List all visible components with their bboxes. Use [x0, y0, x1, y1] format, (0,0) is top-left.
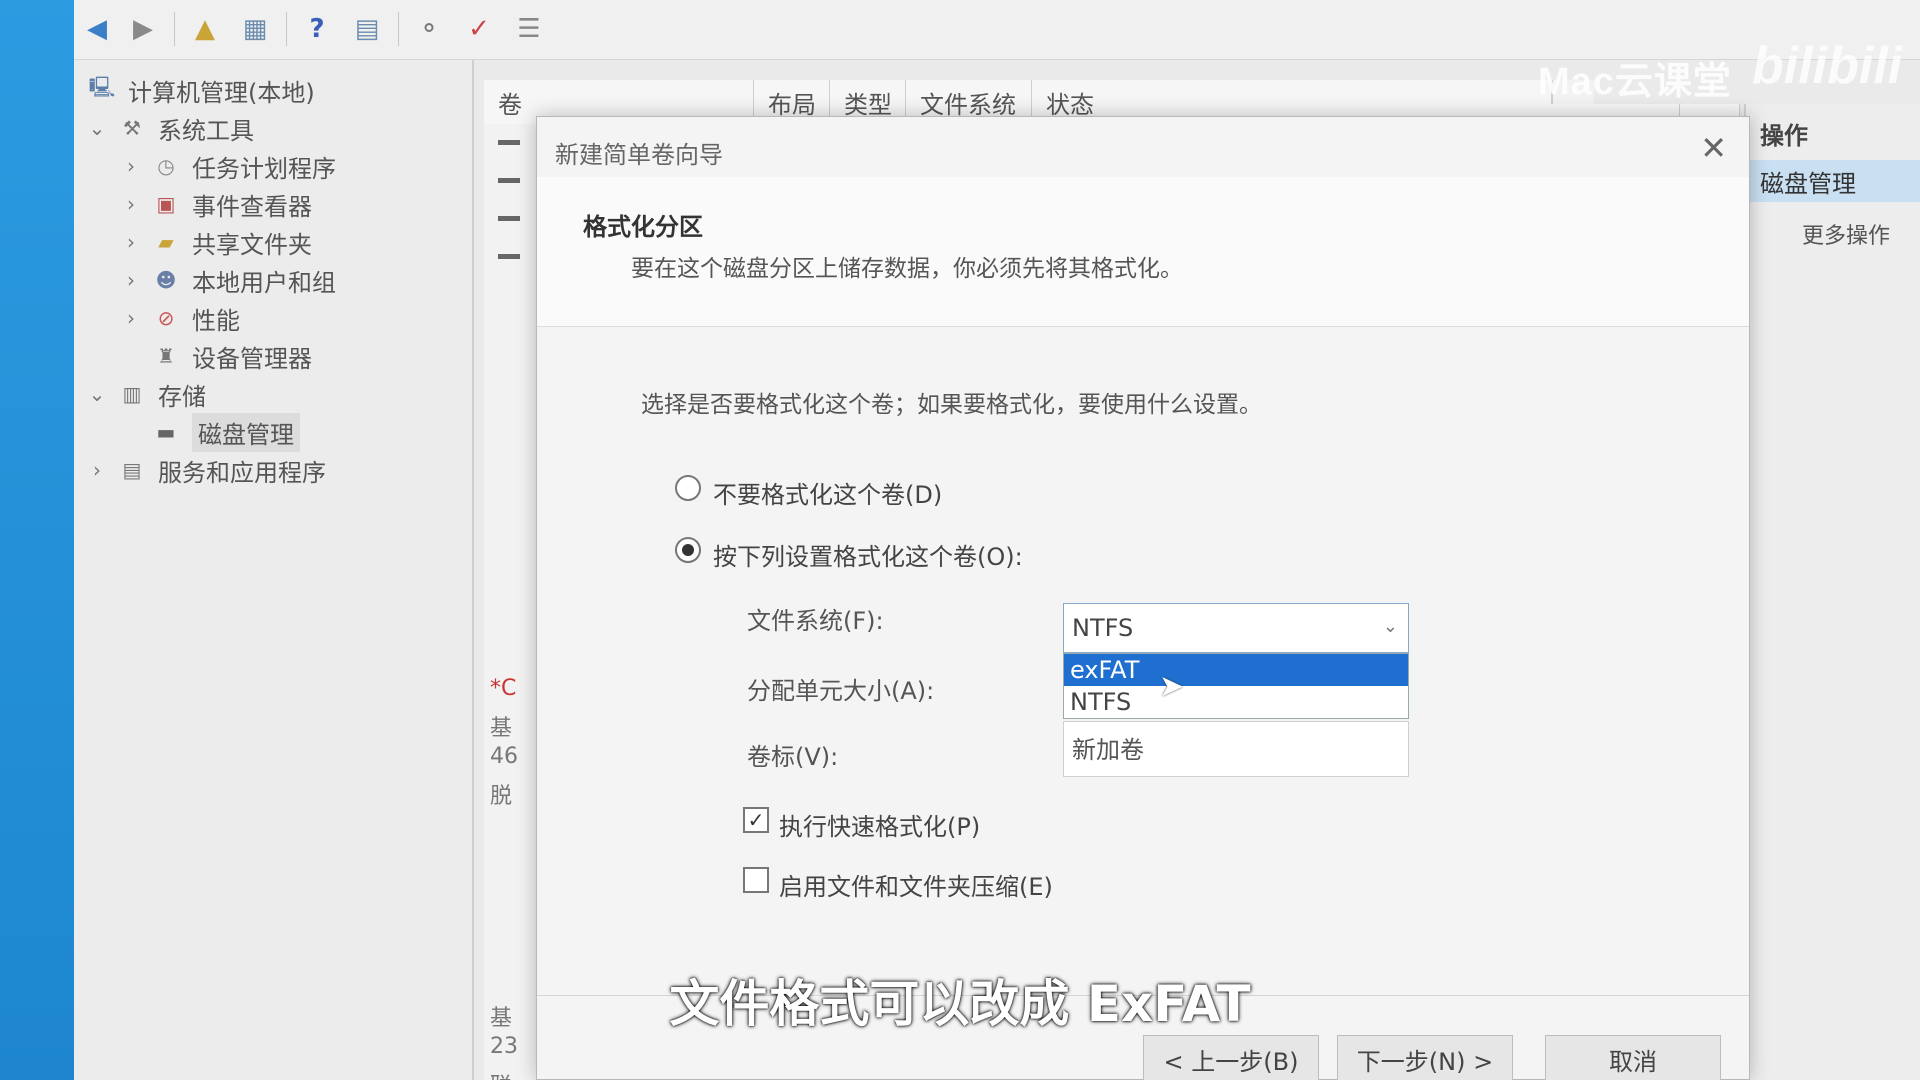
quick-format-checkbox[interactable]: ✓: [743, 807, 769, 833]
video-subtitle: 文件格式可以改成 ExFAT: [669, 975, 1251, 1033]
allocation-unit-label: 分配单元大小(A):: [747, 677, 935, 705]
tree-item-event-viewer[interactable]: › ▣ 事件查看器: [120, 186, 312, 222]
page-heading: 格式化分区: [583, 213, 703, 241]
volume-row[interactable]: [498, 140, 520, 145]
action-disk-management[interactable]: 磁盘管理: [1746, 160, 1920, 202]
storage-icon: ▥: [122, 382, 142, 406]
check-icon[interactable]: ✓: [460, 10, 498, 48]
chevron-right-icon[interactable]: ›: [120, 230, 142, 254]
tree-root[interactable]: 🖳 计算机管理(本地): [78, 72, 315, 108]
tree-item-local-users[interactable]: › ☻ 本地用户和组: [120, 262, 336, 298]
cancel-button[interactable]: 取消: [1545, 1035, 1721, 1080]
forward-arrow-icon[interactable]: ▶: [124, 10, 162, 48]
no-format-label[interactable]: 不要格式化这个卷(D): [713, 475, 942, 510]
tree-item-task-scheduler[interactable]: › ◷ 任务计划程序: [120, 148, 336, 184]
computer-icon: 🖳: [88, 75, 116, 99]
chevron-right-icon[interactable]: ›: [120, 154, 142, 178]
back-arrow-icon[interactable]: ◀: [78, 10, 116, 48]
no-format-radio[interactable]: [675, 475, 701, 501]
mouse-cursor-icon: ➤: [1159, 669, 1185, 704]
chevron-right-icon[interactable]: ›: [120, 306, 142, 330]
bilibili-logo: bilibili: [1752, 37, 1903, 95]
quick-format-label[interactable]: 执行快速格式化(P): [779, 807, 980, 842]
disk-label: 联: [490, 1068, 512, 1080]
clock-icon: ◷: [157, 154, 175, 178]
actions-pane: 操作 磁盘管理 更多操作: [1744, 104, 1920, 1080]
format-radio[interactable]: [675, 537, 701, 563]
wizard-header: 格式化分区 要在这个磁盘分区上储存数据，你必须先将其格式化。: [537, 177, 1749, 327]
chevron-down-icon[interactable]: ⌄: [86, 116, 108, 140]
services-icon: ▤: [122, 458, 142, 482]
volume-label-label: 卷标(V):: [747, 743, 839, 771]
dialog-title: 新建简单卷向导: [555, 141, 723, 169]
help-icon[interactable]: ?: [298, 10, 336, 48]
disk-label: 23: [490, 1034, 518, 1059]
volume-row[interactable]: [498, 178, 520, 183]
connect-icon[interactable]: ⚬: [410, 10, 448, 48]
tree-system-tools[interactable]: ⌄ ⚒ 系统工具: [86, 110, 254, 146]
console-tree-icon[interactable]: ▦: [236, 10, 274, 48]
compression-label[interactable]: 启用文件和文件夹压缩(E): [779, 867, 1053, 902]
file-system-select[interactable]: NTFS ⌄: [1063, 603, 1409, 653]
watermark-text: Mac云课堂: [1538, 61, 1732, 103]
next-button[interactable]: 下一步(N) >: [1337, 1035, 1513, 1080]
actions-title: 操作: [1760, 122, 1808, 150]
users-icon: ☻: [155, 268, 177, 292]
tree-storage[interactable]: ⌄ ▥ 存储: [86, 376, 206, 412]
navigation-tree: 🖳 计算机管理(本地) ⌄ ⚒ 系统工具 › ◷ 任务计划程序 › ▣ 事件查看…: [74, 60, 474, 1080]
back-button[interactable]: < 上一步(B): [1143, 1035, 1319, 1080]
action-more[interactable]: 更多操作: [1802, 218, 1890, 250]
disk-label: 脱: [490, 784, 513, 809]
tree-item-disk-management[interactable]: ▬ 磁盘管理: [142, 412, 300, 452]
folder-icon: ▰: [158, 230, 174, 254]
chevron-down-icon[interactable]: ⌄: [1383, 616, 1398, 637]
chevron-right-icon[interactable]: ›: [86, 458, 108, 482]
disk-label: 46: [490, 744, 518, 769]
tree-item-shared-folders[interactable]: › ▰ 共享文件夹: [120, 224, 312, 260]
event-icon: ▣: [156, 192, 176, 216]
disk-label: *C: [490, 676, 517, 701]
chevron-right-icon[interactable]: ›: [120, 192, 142, 216]
chevron-right-icon[interactable]: ›: [120, 268, 142, 292]
file-system-dropdown: exFAT NTFS: [1063, 653, 1409, 719]
volume-label-input[interactable]: 新加卷: [1063, 721, 1409, 777]
close-icon[interactable]: ✕: [1700, 129, 1727, 167]
dropdown-option-exfat[interactable]: exFAT: [1064, 654, 1408, 686]
disk-icon: ▬: [156, 420, 176, 444]
tools-icon: ⚒: [123, 116, 141, 140]
dropdown-option-ntfs[interactable]: NTFS: [1064, 686, 1408, 718]
device-icon: ♜: [157, 344, 175, 368]
tree-item-performance[interactable]: › ⊘ 性能: [120, 300, 240, 336]
desktop-edge: [0, 0, 74, 1080]
file-system-label: 文件系统(F):: [747, 607, 884, 635]
new-simple-volume-wizard: 新建简单卷向导 ✕ 格式化分区 要在这个磁盘分区上储存数据，你必须先将其格式化。…: [536, 116, 1750, 1080]
instruction-text: 选择是否要格式化这个卷；如果要格式化，要使用什么设置。: [641, 392, 1262, 418]
volume-row[interactable]: [498, 254, 520, 259]
view-pane-icon[interactable]: ▤: [348, 10, 386, 48]
compression-checkbox[interactable]: [743, 867, 769, 893]
tree-services[interactable]: › ▤ 服务和应用程序: [86, 452, 326, 488]
page-subheading: 要在这个磁盘分区上储存数据，你必须先将其格式化。: [631, 256, 1183, 282]
disk-label: 基: [490, 716, 513, 741]
up-folder-icon[interactable]: ▲: [186, 10, 224, 48]
properties-icon[interactable]: ☰: [510, 10, 548, 48]
tree-item-device-manager[interactable]: ♜ 设备管理器: [142, 338, 312, 374]
volume-row[interactable]: [498, 216, 520, 221]
format-label[interactable]: 按下列设置格式化这个卷(O):: [713, 537, 1023, 572]
chevron-down-icon[interactable]: ⌄: [86, 382, 108, 406]
performance-icon: ⊘: [157, 306, 175, 330]
